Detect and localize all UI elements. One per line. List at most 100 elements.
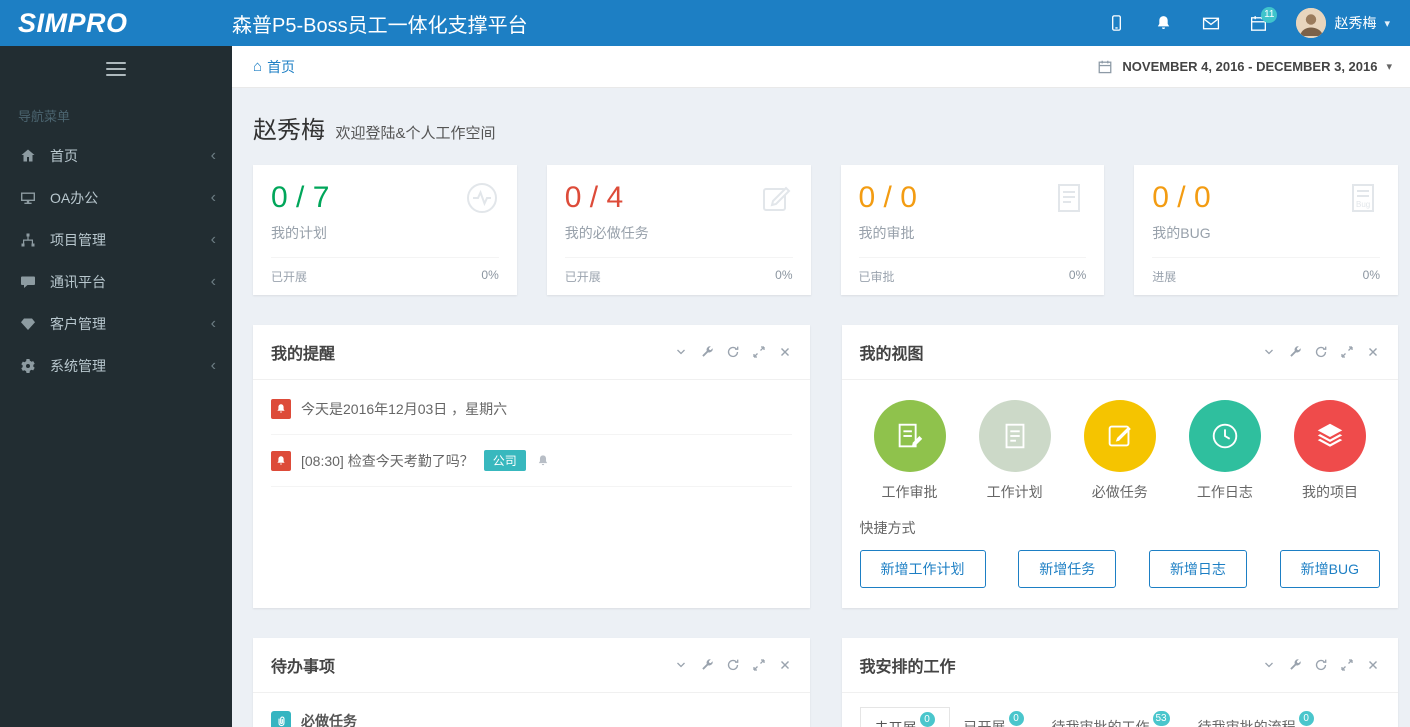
alert-bell-icon (271, 450, 291, 471)
tab-started[interactable]: 已开展0 (950, 707, 1038, 727)
view-work-plan[interactable]: 工作计划 (965, 400, 1065, 502)
view-label: 工作计划 (986, 484, 1043, 500)
stat-footer-value: 0% (481, 268, 499, 282)
shortcut-buttons: 新增工作计划 新增任务 新增日志 新增BUG (859, 550, 1380, 588)
user-name: 赵秀梅 (1334, 15, 1377, 31)
sidebar-item-label: 项目管理 (50, 232, 106, 248)
compose-icon (759, 181, 793, 243)
hamburger-menu-icon[interactable] (106, 58, 126, 80)
close-icon[interactable] (778, 345, 792, 359)
mobile-icon[interactable] (1107, 13, 1126, 33)
stat-card-approvals[interactable]: 0 / 0 我的审批 已审批 0% (840, 165, 1105, 295)
wrench-icon[interactable] (1288, 658, 1302, 672)
stat-card-bugs[interactable]: 0 / 0 我的BUG Bug 进展 0% (1134, 165, 1398, 295)
expand-icon[interactable] (1340, 345, 1354, 359)
messages-envelope-icon[interactable] (1201, 14, 1221, 33)
refresh-icon[interactable] (726, 345, 740, 359)
expand-icon[interactable] (752, 658, 766, 672)
refresh-icon[interactable] (726, 658, 740, 672)
stat-value: 0 / 0 (858, 181, 917, 214)
close-icon[interactable] (1366, 658, 1380, 672)
page-content: 赵秀梅 欢迎登陆&个人工作空间 0 / 7 我的计划 已开展 0% 0 / 4 … (232, 88, 1410, 727)
shortcuts-label: 快捷方式 (859, 520, 916, 536)
tab-count-badge: 0 (919, 712, 935, 727)
tab-pending-flow-approvals[interactable]: 待我审批的流程0 (1184, 707, 1328, 727)
document-icon (1052, 181, 1086, 243)
sidebar-item-oa[interactable]: OA办公 ‹ (0, 177, 232, 219)
alert-bell-icon (271, 399, 291, 419)
view-my-projects[interactable]: 我的项目 (1280, 400, 1380, 502)
calendar-icon (1097, 59, 1113, 75)
app-logo[interactable]: SIMPRO (0, 8, 232, 39)
chevron-left-icon: ‹ (210, 189, 216, 206)
refresh-icon[interactable] (1314, 658, 1328, 672)
new-task-button[interactable]: 新增任务 (1018, 550, 1117, 588)
reminder-item[interactable]: [08:30] 检查今天考勤了吗？ 公司 (271, 435, 792, 487)
tab-label: 已开展 (963, 719, 1006, 727)
greeting-user-name: 赵秀梅 (253, 117, 325, 144)
company-tag: 公司 (483, 450, 526, 471)
chevron-down-icon: ▾ (1386, 61, 1392, 73)
stat-footer-label: 已开展 (271, 270, 308, 284)
collapse-icon[interactable] (1262, 345, 1276, 359)
close-icon[interactable] (778, 658, 792, 672)
daterange-label: NOVEMBER 4, 2016 - DECEMBER 3, 2016 (1122, 59, 1378, 74)
refresh-icon[interactable] (1314, 345, 1328, 359)
stat-footer-value: 0% (1068, 268, 1087, 282)
stat-label: 我的必做任务 (564, 225, 649, 241)
content-wrap: ⌂ 首页 NOVEMBER 4, 2016 - DECEMBER 3, 2016… (232, 46, 1410, 727)
sidebar-item-projects[interactable]: 项目管理 ‹ (0, 219, 232, 261)
tab-not-started[interactable]: 未开展0 (859, 707, 950, 727)
sidebar-item-label: 通讯平台 (50, 274, 106, 290)
sidebar-item-label: 系统管理 (50, 358, 106, 374)
clock-icon (1188, 400, 1261, 472)
view-work-audit[interactable]: 工作审批 (860, 400, 960, 502)
sidebar-item-communication[interactable]: 通讯平台 ‹ (0, 261, 232, 303)
stat-card-tasks[interactable]: 0 / 4 我的必做任务 已开展 0% (546, 165, 811, 295)
arranged-work-panel: 我安排的工作 未开 (841, 638, 1398, 727)
avatar (1296, 8, 1327, 38)
home-icon (20, 148, 38, 164)
sidebar-item-system[interactable]: 系统管理 ‹ (0, 345, 232, 387)
collapse-icon[interactable] (674, 345, 688, 359)
expand-icon[interactable] (1340, 658, 1354, 672)
todo-item[interactable]: 必做任务 (253, 693, 810, 727)
view-must-tasks[interactable]: 必做任务 (1070, 400, 1170, 502)
stat-footer-value: 0% (775, 268, 793, 282)
new-log-button[interactable]: 新增日志 (1148, 550, 1247, 588)
calendar-icon[interactable]: 11 (1249, 6, 1278, 33)
sidebar-item-customers[interactable]: 客户管理 ‹ (0, 303, 232, 345)
chat-icon (20, 274, 38, 290)
user-menu[interactable]: 赵秀梅 ▾ (1296, 8, 1390, 38)
desktop-icon (20, 190, 38, 206)
daterange-picker[interactable]: NOVEMBER 4, 2016 - DECEMBER 3, 2016 ▾ (1097, 59, 1392, 75)
wrench-icon[interactable] (700, 345, 714, 359)
collapse-icon[interactable] (1262, 658, 1276, 672)
tab-label: 待我审批的流程 (1197, 719, 1296, 727)
stat-footer-label: 进展 (1152, 270, 1177, 284)
view-work-log[interactable]: 工作日志 (1175, 400, 1275, 502)
bell-icon[interactable] (536, 454, 550, 468)
sidebar-item-home[interactable]: 首页 ‹ (0, 135, 232, 177)
new-bug-button[interactable]: 新增BUG (1279, 550, 1380, 588)
stat-label: 我的BUG (1152, 225, 1211, 241)
panel-title: 我的视图 (859, 346, 924, 363)
breadcrumb[interactable]: ⌂ 首页 (253, 57, 295, 77)
edit-note-icon (1083, 400, 1156, 472)
collapse-icon[interactable] (674, 658, 688, 672)
notifications-bell-icon[interactable] (1154, 14, 1173, 33)
view-label: 必做任务 (1091, 484, 1148, 500)
gear-icon (20, 358, 38, 374)
close-icon[interactable] (1366, 345, 1380, 359)
stat-card-plans[interactable]: 0 / 7 我的计划 已开展 0% (253, 165, 517, 295)
reminder-item[interactable]: 今天是2016年12月03日 ，星期六 (271, 384, 792, 435)
chevron-left-icon: ‹ (210, 231, 216, 248)
tab-pending-work-approvals[interactable]: 待我审批的工作53 (1038, 707, 1184, 727)
sidebar-nav: 首页 ‹ OA办公 ‹ 项目管理 ‹ 通讯平台 ‹ 客户管理 ‹ 系统管理 ‹ (0, 135, 232, 387)
expand-icon[interactable] (752, 345, 766, 359)
tab-label: 未开展 (875, 720, 917, 727)
reminders-panel: 我的提醒 今天是2016年12月03日 ，星期六 [08:30] 检查今天考勤了… (253, 325, 810, 608)
wrench-icon[interactable] (700, 658, 714, 672)
new-work-plan-button[interactable]: 新增工作计划 (859, 550, 986, 588)
wrench-icon[interactable] (1288, 345, 1302, 359)
